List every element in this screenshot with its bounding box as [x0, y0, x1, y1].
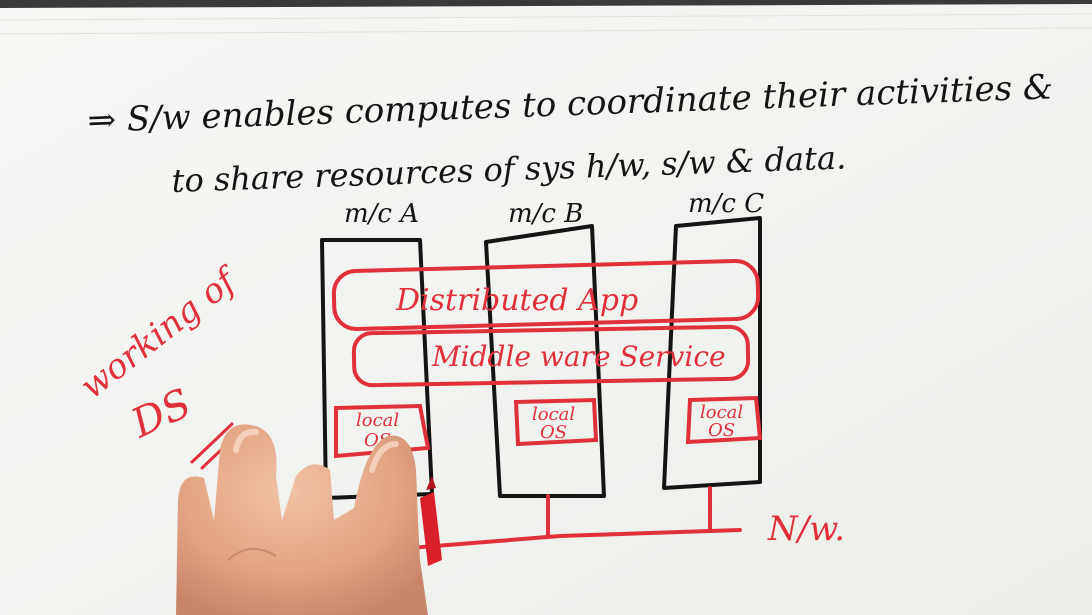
whiteboard-paper: ⇒ S/w enables computes to coordinate the…: [0, 0, 1092, 615]
video-frame: ⇒ S/w enables computes to coordinate the…: [0, 0, 1092, 615]
local-os-b-line-2: OS: [540, 422, 567, 443]
local-os-c-line-2: OS: [708, 420, 735, 441]
distributed-app-label: Distributed App: [395, 283, 638, 318]
middleware-label: Middle ware Service: [431, 340, 726, 373]
machine-a-label: m/c A: [344, 199, 419, 229]
network-label: N/w.: [767, 509, 845, 549]
local-os-a-line-1: local: [356, 410, 399, 431]
machine-b-label: m/c B: [508, 199, 583, 229]
machine-c-label: m/c C: [688, 189, 764, 219]
